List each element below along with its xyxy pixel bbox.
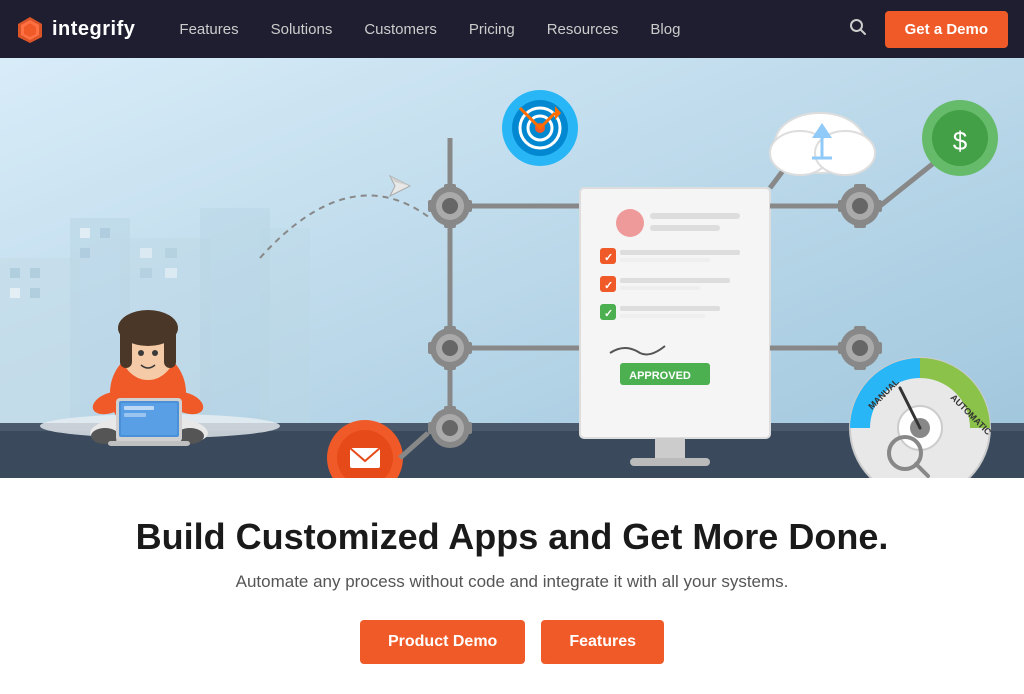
svg-text:APPROVED: APPROVED [629,370,691,382]
logo-icon [16,15,44,43]
logo-text: integrify [52,18,135,41]
subheadline: Automate any process without code and in… [20,572,1004,592]
nav-solutions[interactable]: Solutions [257,13,347,46]
get-demo-button[interactable]: Get a Demo [885,11,1008,48]
svg-text:✓: ✓ [604,308,613,320]
nav-resources[interactable]: Resources [533,13,633,46]
svg-text:✓: ✓ [604,280,613,292]
hero-section: ✓ ✓ ✓ APPROVED $ [0,58,1024,478]
content-section: Build Customized Apps and Get More Done.… [0,478,1024,694]
nav-blog[interactable]: Blog [636,13,694,46]
headline: Build Customized Apps and Get More Done. [20,516,1004,558]
nav-links: Features Solutions Customers Pricing Res… [165,13,840,46]
search-icon [849,18,867,36]
hero-illustration: ✓ ✓ ✓ APPROVED $ [0,58,1024,478]
svg-text:✓: ✓ [604,252,613,264]
nav-customers[interactable]: Customers [350,13,451,46]
features-button[interactable]: Features [541,620,664,664]
svg-text:$: $ [953,126,968,156]
navbar: integrify Features Solutions Customers P… [0,0,1024,58]
nav-right: Get a Demo [841,11,1008,48]
nav-features[interactable]: Features [165,13,252,46]
nav-pricing[interactable]: Pricing [455,13,529,46]
logo[interactable]: integrify [16,15,135,43]
search-button[interactable] [841,14,875,45]
cta-buttons: Product Demo Features [20,620,1004,664]
product-demo-button[interactable]: Product Demo [360,620,525,664]
